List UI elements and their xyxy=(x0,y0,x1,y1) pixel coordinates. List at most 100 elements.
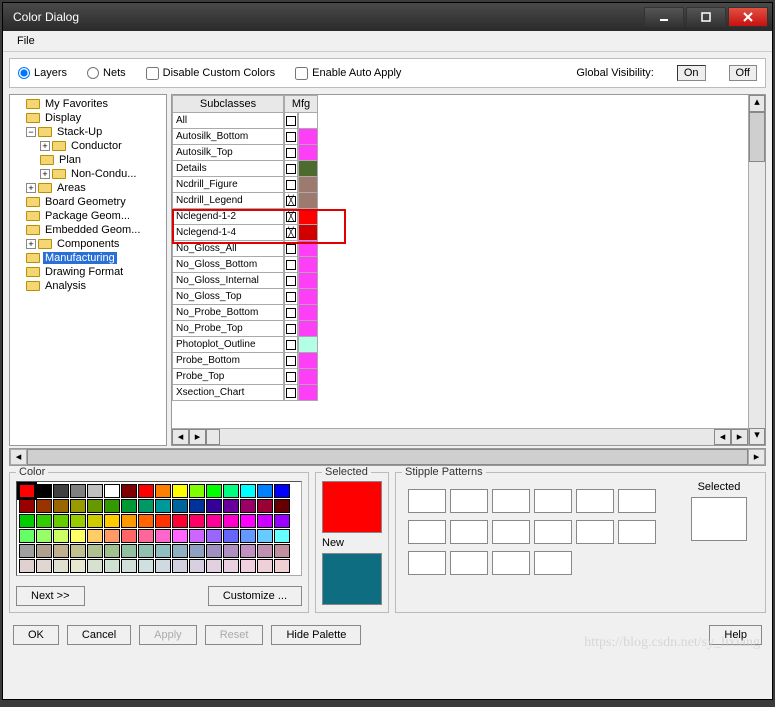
color-swatch[interactable] xyxy=(240,559,256,573)
color-swatch[interactable] xyxy=(36,484,52,498)
stipple-pattern[interactable] xyxy=(408,489,446,513)
color-swatch[interactable] xyxy=(70,514,86,528)
scroll-down-icon[interactable]: ▾ xyxy=(749,428,765,445)
color-cell[interactable] xyxy=(298,353,318,369)
tree-scrollbar[interactable]: ◂▸ xyxy=(9,448,766,466)
customize-button[interactable]: Customize ... xyxy=(208,586,302,606)
global-vis-on[interactable]: On xyxy=(677,65,706,81)
color-swatch[interactable] xyxy=(87,514,103,528)
color-swatch[interactable] xyxy=(53,529,69,543)
color-swatch[interactable] xyxy=(155,544,171,558)
color-swatch[interactable] xyxy=(172,499,188,513)
color-swatch[interactable] xyxy=(19,529,35,543)
color-swatch[interactable] xyxy=(274,559,290,573)
color-swatch[interactable] xyxy=(19,499,35,513)
color-cell[interactable] xyxy=(298,241,318,257)
stipple-pattern[interactable] xyxy=(492,520,530,544)
color-swatch[interactable] xyxy=(87,559,103,573)
color-swatch[interactable] xyxy=(257,514,273,528)
color-swatch[interactable] xyxy=(172,529,188,543)
check-enable-auto[interactable]: Enable Auto Apply xyxy=(295,67,401,80)
color-swatch[interactable] xyxy=(274,514,290,528)
menu-file[interactable]: File xyxy=(11,33,41,49)
color-swatch[interactable] xyxy=(206,499,222,513)
table-row[interactable]: No_Probe_Top xyxy=(172,321,765,337)
stipple-patterns[interactable] xyxy=(406,487,675,580)
radio-nets[interactable]: Nets xyxy=(87,67,126,79)
table-row[interactable]: No_Gloss_All xyxy=(172,241,765,257)
color-cell[interactable] xyxy=(298,369,318,385)
table-row[interactable]: All xyxy=(172,113,765,129)
color-cell[interactable] xyxy=(298,129,318,145)
color-swatch[interactable] xyxy=(274,544,290,558)
layer-tree[interactable]: My Favorites Display −Stack-Up +Conducto… xyxy=(12,97,164,293)
stipple-pattern[interactable] xyxy=(576,489,614,513)
table-row[interactable]: Probe_Bottom xyxy=(172,353,765,369)
stipple-pattern[interactable] xyxy=(408,520,446,544)
color-swatch[interactable] xyxy=(189,544,205,558)
color-swatch[interactable] xyxy=(155,499,171,513)
stipple-pattern[interactable] xyxy=(408,551,446,575)
color-swatch[interactable] xyxy=(189,514,205,528)
color-swatch[interactable] xyxy=(19,544,35,558)
color-swatch[interactable] xyxy=(223,529,239,543)
stipple-pattern[interactable] xyxy=(492,551,530,575)
table-row[interactable]: Nclegend-1-2╳ xyxy=(172,209,765,225)
color-swatch[interactable] xyxy=(172,559,188,573)
color-cell[interactable] xyxy=(298,225,318,241)
color-swatch[interactable] xyxy=(121,544,137,558)
close-button[interactable] xyxy=(728,7,768,27)
color-swatch[interactable] xyxy=(104,529,120,543)
color-cell[interactable] xyxy=(298,209,318,225)
color-swatch[interactable] xyxy=(257,484,273,498)
color-swatch[interactable] xyxy=(223,484,239,498)
check-disable-custom[interactable]: Disable Custom Colors xyxy=(146,67,275,80)
color-swatch[interactable] xyxy=(189,559,205,573)
color-swatch[interactable] xyxy=(189,499,205,513)
color-cell[interactable] xyxy=(298,385,318,401)
color-swatch[interactable] xyxy=(19,484,35,498)
stipple-pattern[interactable] xyxy=(618,520,656,544)
stipple-pattern[interactable] xyxy=(450,489,488,513)
color-swatch[interactable] xyxy=(223,514,239,528)
table-row[interactable]: No_Gloss_Top xyxy=(172,289,765,305)
table-row[interactable]: Photoplot_Outline xyxy=(172,337,765,353)
color-swatch[interactable] xyxy=(121,484,137,498)
horizontal-scrollbar[interactable]: ◂▸ ◂▸ xyxy=(172,428,748,445)
col-subclasses[interactable]: Subclasses xyxy=(172,95,284,113)
color-swatch[interactable] xyxy=(36,529,52,543)
color-swatch[interactable] xyxy=(104,514,120,528)
color-swatch[interactable] xyxy=(206,544,222,558)
color-swatch[interactable] xyxy=(87,499,103,513)
color-cell[interactable] xyxy=(298,113,318,129)
table-row[interactable]: Nclegend-1-4╳ xyxy=(172,225,765,241)
color-swatch[interactable] xyxy=(87,484,103,498)
maximize-button[interactable] xyxy=(686,7,726,27)
color-swatch[interactable] xyxy=(223,544,239,558)
color-swatch[interactable] xyxy=(240,484,256,498)
next-button[interactable]: Next >> xyxy=(16,586,85,606)
stipple-pattern[interactable] xyxy=(450,551,488,575)
color-swatch[interactable] xyxy=(155,559,171,573)
ok-button[interactable]: OK xyxy=(13,625,59,645)
cancel-button[interactable]: Cancel xyxy=(67,625,131,645)
color-swatch[interactable] xyxy=(87,544,103,558)
color-swatch[interactable] xyxy=(172,514,188,528)
expand-icon[interactable]: + xyxy=(26,239,36,249)
color-palette[interactable] xyxy=(16,481,302,576)
color-swatch[interactable] xyxy=(104,544,120,558)
stipple-pattern[interactable] xyxy=(534,551,572,575)
color-swatch[interactable] xyxy=(138,544,154,558)
color-swatch[interactable] xyxy=(172,544,188,558)
color-swatch[interactable] xyxy=(189,484,205,498)
color-swatch[interactable] xyxy=(223,559,239,573)
color-swatch[interactable] xyxy=(240,529,256,543)
color-swatch[interactable] xyxy=(172,484,188,498)
color-swatch[interactable] xyxy=(138,499,154,513)
color-swatch[interactable] xyxy=(53,484,69,498)
stipple-pattern[interactable] xyxy=(534,520,572,544)
color-swatch[interactable] xyxy=(257,544,273,558)
color-swatch[interactable] xyxy=(240,499,256,513)
color-cell[interactable] xyxy=(298,145,318,161)
color-swatch[interactable] xyxy=(70,499,86,513)
